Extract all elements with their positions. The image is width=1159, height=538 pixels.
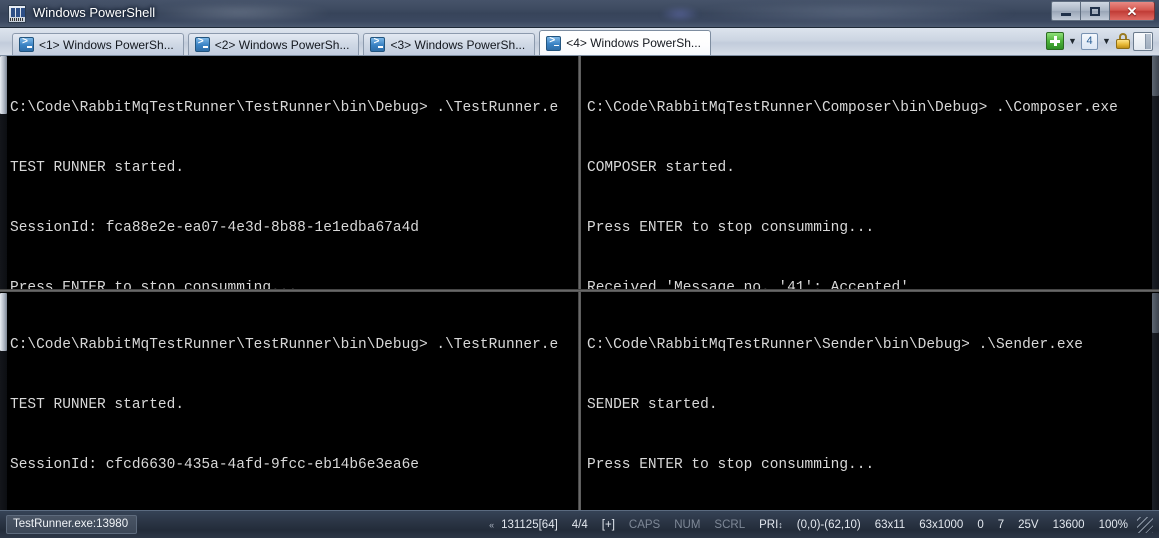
- console-line: Received 'Message no. '41': Accepted': [587, 280, 909, 289]
- console-line: SENDER started.: [587, 397, 718, 413]
- console-line: C:\Code\RabbitMqTestRunner\Sender\bin\De…: [587, 337, 1083, 353]
- num-indicator: NUM: [674, 518, 701, 531]
- scrollbar-top-right[interactable]: [1152, 56, 1159, 289]
- tab-2-label: <2> Windows PowerSh...: [214, 37, 350, 52]
- console-area: C:\Code\RabbitMqTestRunner\TestRunner\bi…: [0, 56, 1159, 510]
- console-line: Press ENTER to stop consumming...: [587, 220, 875, 236]
- tab-3[interactable]: <3> Windows PowerSh...: [363, 33, 536, 55]
- scrollbar-thumb[interactable]: [0, 56, 7, 114]
- powershell-icon: [8, 5, 26, 23]
- pane-count-button[interactable]: 4: [1081, 31, 1098, 51]
- pane-bottom-right[interactable]: C:\Code\RabbitMqTestRunner\Sender\bin\De…: [583, 293, 1153, 510]
- chevron-down-icon: ▼: [1068, 36, 1077, 46]
- plus-indicator: [+]: [601, 518, 615, 531]
- pane-top-right[interactable]: C:\Code\RabbitMqTestRunner\Composer\bin\…: [583, 56, 1153, 289]
- window-size-indicator: 63x11: [874, 518, 906, 531]
- buffer-indicator: 131125[64]: [501, 518, 558, 531]
- console-line: TEST RUNNER started.: [10, 160, 185, 176]
- horizontal-pane-divider[interactable]: [0, 289, 1159, 292]
- powershell-tab-icon: [194, 37, 210, 52]
- aero-glass-reflection-right: [690, 2, 1020, 24]
- lock-button[interactable]: [1115, 31, 1131, 51]
- tab-2[interactable]: <2> Windows PowerSh...: [187, 33, 360, 55]
- layout-button[interactable]: [1133, 31, 1153, 51]
- tab-4-label: <4> Windows PowerSh...: [566, 36, 701, 50]
- scrollbar-thumb[interactable]: [0, 293, 7, 351]
- caps-indicator: CAPS: [628, 518, 661, 531]
- lock-icon: [1115, 32, 1131, 50]
- console-line: C:\Code\RabbitMqTestRunner\TestRunner\bi…: [10, 100, 559, 116]
- priority-arrow-icon: ↕: [778, 519, 783, 530]
- priority-indicator[interactable]: PRI↕: [752, 519, 790, 531]
- tab-1[interactable]: <1> Windows PowerSh...: [12, 33, 184, 55]
- lines-indicator: 13600: [1052, 518, 1085, 531]
- value-b-indicator: 7: [997, 518, 1005, 531]
- powershell-tab-icon: [370, 37, 386, 52]
- close-button[interactable]: ✕: [1109, 1, 1155, 21]
- new-tab-button[interactable]: [1046, 31, 1064, 51]
- value-a-indicator: 0: [977, 518, 984, 531]
- status-bar: TestRunner.exe:13980 « 131125[64] 4/4 [+…: [0, 510, 1159, 538]
- scrollbar-bottom-left[interactable]: [0, 293, 7, 510]
- pane-count-label: 4: [1081, 32, 1098, 50]
- pane-layout-dropdown[interactable]: ▼: [1100, 31, 1113, 51]
- powershell-window: Windows PowerShell ✕ <1> Windows PowerSh…: [0, 0, 1159, 538]
- powershell-tab-icon: [546, 35, 562, 51]
- aero-glass-reflection: [150, 3, 330, 23]
- resize-grip-icon[interactable]: [1137, 516, 1153, 533]
- tab-list: <1> Windows PowerSh... <2> Windows Power…: [0, 27, 715, 55]
- tab-toolbar: ▼ 4 ▼: [1046, 31, 1153, 51]
- title-bar[interactable]: Windows PowerShell ✕: [0, 0, 1159, 28]
- tab-4[interactable]: <4> Windows PowerSh...: [539, 30, 711, 55]
- scrollbar-top-left[interactable]: [0, 56, 7, 289]
- console-line: SessionId: cfcd6630-435a-4afd-9fcc-eb14b…: [10, 457, 419, 473]
- pane-top-left[interactable]: C:\Code\RabbitMqTestRunner\TestRunner\bi…: [6, 56, 578, 289]
- buffer-size-indicator: 63x1000: [919, 518, 964, 531]
- restore-icon: [1090, 6, 1100, 16]
- chevron-down-icon: ▼: [1102, 36, 1111, 46]
- new-tab-dropdown[interactable]: ▼: [1066, 31, 1079, 51]
- console-line: SessionId: fca88e2e-ea07-4e3d-8b88-1e1ed…: [10, 220, 419, 236]
- status-indicators: « 131125[64] 4/4 [+] CAPS NUM SCRL PRI↕ …: [481, 511, 1159, 538]
- priority-label: PRI: [759, 518, 779, 531]
- scrollbar-thumb[interactable]: [1152, 293, 1159, 333]
- console-line: C:\Code\RabbitMqTestRunner\Composer\bin\…: [587, 100, 1118, 116]
- tab-3-label: <3> Windows PowerSh...: [390, 37, 526, 52]
- vertical-pane-divider[interactable]: [578, 56, 581, 510]
- powershell-tab-icon: [19, 37, 34, 52]
- maximize-restore-button[interactable]: [1080, 1, 1109, 21]
- minimize-icon: [1061, 12, 1071, 16]
- console-line: TEST RUNNER started.: [10, 397, 185, 413]
- scrollbar-bottom-right[interactable]: [1152, 293, 1159, 510]
- window-title: Windows PowerShell: [33, 5, 156, 20]
- process-status: TestRunner.exe:13980: [6, 515, 138, 534]
- console-line: Press ENTER to stop consumming...: [10, 280, 298, 289]
- close-icon: ✕: [1126, 3, 1138, 19]
- collapse-chevron-icon[interactable]: «: [481, 520, 494, 530]
- tab-position-indicator: 4/4: [571, 518, 588, 531]
- panel-layout-icon: [1133, 31, 1153, 51]
- plus-icon: [1046, 32, 1064, 50]
- scrollbar-thumb[interactable]: [1152, 56, 1159, 96]
- console-line: Press ENTER to stop consumming...: [587, 457, 875, 473]
- scroll-lock-indicator: SCRL: [714, 518, 746, 531]
- console-line: C:\Code\RabbitMqTestRunner\TestRunner\bi…: [10, 337, 559, 353]
- zoom-indicator[interactable]: 100%: [1092, 519, 1135, 531]
- pane-bottom-left[interactable]: C:\Code\RabbitMqTestRunner\TestRunner\bi…: [6, 293, 578, 510]
- minimize-button[interactable]: [1051, 1, 1080, 21]
- aero-glass-highlight: [660, 6, 700, 22]
- selection-indicator: (0,0)-(62,10): [796, 518, 861, 531]
- console-line: COMPOSER started.: [587, 160, 735, 176]
- tab-1-label: <1> Windows PowerSh...: [39, 37, 174, 52]
- version-indicator: 25V: [1018, 518, 1039, 531]
- tab-bar: <1> Windows PowerSh... <2> Windows Power…: [0, 28, 1159, 56]
- window-controls: ✕: [1051, 1, 1155, 21]
